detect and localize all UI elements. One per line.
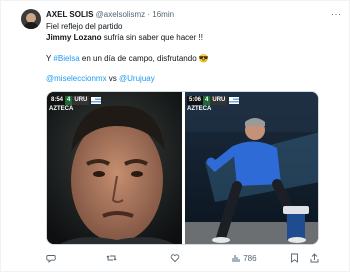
views-button[interactable]: 786 [231, 253, 257, 263]
views-count: 786 [243, 253, 257, 263]
more-options-icon[interactable]: ··· [331, 9, 342, 19]
match-score: 4 [65, 96, 73, 105]
avatar[interactable] [21, 9, 41, 29]
network-logo: AZTECA [187, 106, 212, 112]
views-chart-icon [232, 255, 240, 262]
scoreboard-right: 5:06 4 URU [187, 96, 240, 105]
like-button[interactable] [170, 253, 180, 263]
tweet-text-line-3: Y #Bielsa en un día de campo, disfrutand… [46, 54, 209, 63]
bold-name: Jimmy Lozano [46, 33, 102, 42]
team-code: URU [72, 96, 90, 105]
vs-text: vs [106, 74, 120, 83]
closeup-face-illustration [47, 92, 182, 244]
tweet-card: AXEL SOLIS @axelsolismz · 16min ··· Fiel… [0, 0, 350, 272]
match-clock: 8:54 [49, 96, 66, 105]
scoreboard-left: 8:54 4 URU [49, 96, 102, 105]
action-bar: 786 [46, 253, 319, 263]
uruguay-flag-icon [229, 97, 240, 104]
mention-link-1[interactable]: @miseleccionmx [46, 74, 107, 83]
tweet-header: AXEL SOLIS @axelsolismz · 16min [46, 10, 174, 19]
hashtag-link[interactable]: #Bielsa [53, 54, 79, 63]
reply-button[interactable] [46, 253, 56, 263]
reply-icon [46, 255, 56, 263]
uruguay-flag-icon [91, 97, 102, 104]
match-score: 4 [203, 96, 211, 105]
heart-icon [170, 254, 180, 263]
bookmark-button[interactable] [290, 253, 299, 263]
coach-sitting-illustration [185, 92, 318, 244]
timestamp[interactable]: 16min [152, 10, 174, 19]
author-name[interactable]: AXEL SOLIS [46, 10, 93, 19]
media-grid: 8:54 4 URU AZTECA 5:06 4 URU AZTECA [46, 91, 319, 245]
sunglasses-emoji: 😎 [198, 54, 209, 63]
bookmark-icon [291, 253, 298, 263]
line-2-rest: sufría sin saber que hacer !! [101, 33, 203, 42]
match-clock: 5:06 [187, 96, 204, 105]
separator: · [147, 10, 151, 19]
team-code: URU [210, 96, 228, 105]
tweet-text-line-2: Jimmy Lozano sufría sin saber que hacer … [46, 33, 203, 42]
mention-link-2[interactable]: @Urujuay [119, 74, 155, 83]
author-handle[interactable]: @axelsolismz [96, 10, 145, 19]
tweet-text-line-4: @miseleccionmx vs @Urujuay [46, 74, 155, 83]
line-3-rest: en un día de campo, disfrutando [79, 54, 199, 63]
tweet-text-line-1: Fiel reflejo del partido [46, 22, 123, 31]
share-icon [310, 253, 319, 263]
avatar-body [23, 22, 39, 29]
media-image-left[interactable]: 8:54 4 URU AZTECA [47, 92, 182, 244]
share-button[interactable] [310, 253, 319, 263]
retweet-icon [106, 255, 117, 261]
retweet-button[interactable] [106, 253, 117, 263]
network-logo: AZTECA [49, 106, 74, 112]
media-image-right[interactable]: 5:06 4 URU AZTECA [185, 92, 318, 244]
